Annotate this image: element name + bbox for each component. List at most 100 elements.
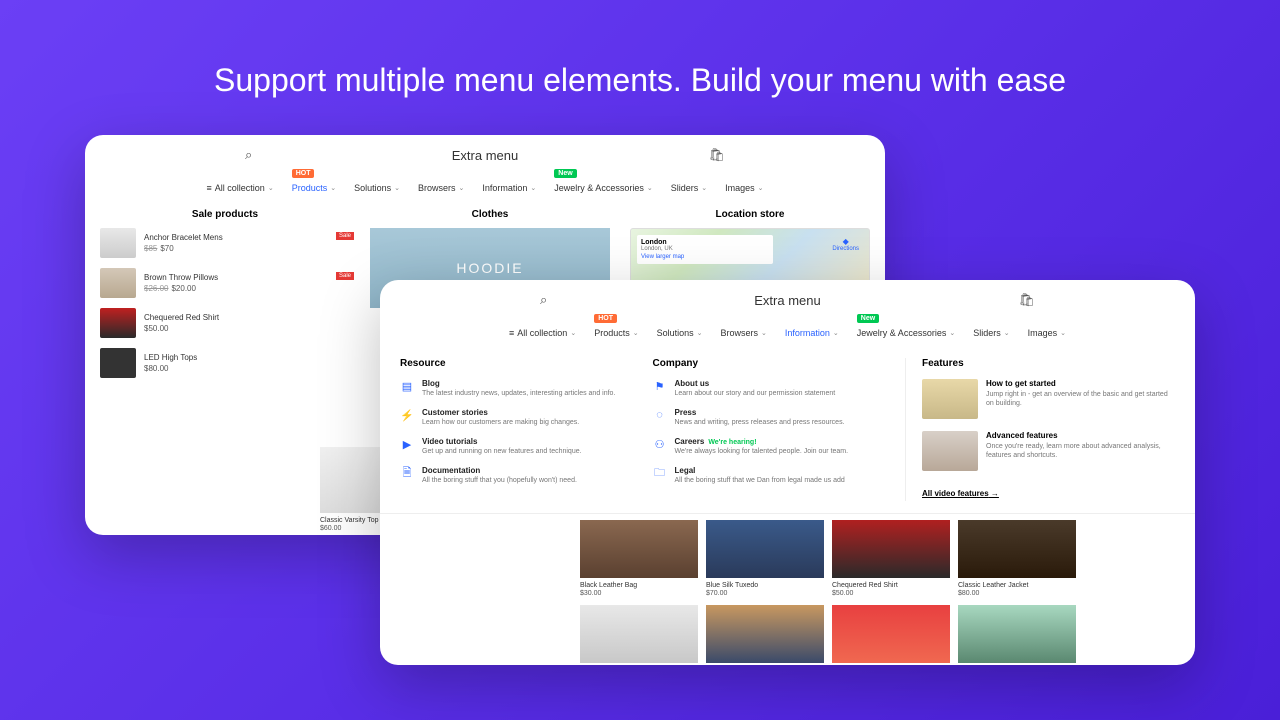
sale-item[interactable]: Brown Throw Pillows$26.00$20.00 Sale <box>100 268 350 298</box>
search-icon[interactable]: ⌕ <box>245 147 252 163</box>
play-icon: ▶ <box>400 437 414 451</box>
people-icon: ⚇ <box>653 437 667 451</box>
resource-stories[interactable]: ⚡Customer storiesLearn how our customers… <box>400 408 635 427</box>
feature-get-started[interactable]: How to get startedJump right in - get an… <box>922 379 1175 419</box>
product-card[interactable] <box>958 605 1076 663</box>
col-clothes-heading: Clothes <box>370 209 610 220</box>
cart-icon[interactable]: 🛍 <box>1018 292 1035 308</box>
chevron-down-icon: ⌄ <box>758 184 764 192</box>
product-card[interactable]: Blue Silk Tuxedo$70.00 <box>706 520 824 597</box>
chevron-down-icon: ⌄ <box>761 329 767 337</box>
brand-title: Extra menu <box>754 293 820 308</box>
hot-badge: HOT <box>594 314 617 323</box>
nav-all-collection[interactable]: ≡ All collection ⌄ <box>207 183 274 193</box>
product-card[interactable] <box>580 605 698 663</box>
nav-jewelry[interactable]: NewJewelry & Accessories ⌄ <box>857 328 955 338</box>
product-image <box>580 605 698 663</box>
lightning-icon: ⚡ <box>400 408 414 422</box>
sale-item[interactable]: Anchor Bracelet Mens$85$70 Sale <box>100 228 350 258</box>
map-larger-link[interactable]: View larger map <box>641 254 769 260</box>
chevron-down-icon: ⌄ <box>459 184 465 192</box>
product-image <box>832 520 950 578</box>
chevron-down-icon: ⌄ <box>1004 329 1010 337</box>
product-image <box>832 605 950 663</box>
chevron-down-icon: ⌄ <box>949 329 955 337</box>
nav-browsers[interactable]: Browsers ⌄ <box>721 328 767 338</box>
features-heading: Features <box>922 358 1175 369</box>
nav-solutions[interactable]: Solutions ⌄ <box>657 328 703 338</box>
chevron-down-icon: ⌄ <box>697 329 703 337</box>
chevron-down-icon: ⌄ <box>268 184 274 192</box>
nav-information[interactable]: Information ⌄ <box>482 183 536 193</box>
nav-images[interactable]: Images ⌄ <box>1028 328 1066 338</box>
product-image <box>580 520 698 578</box>
flag-icon: ⚑ <box>653 379 667 393</box>
feature-advanced[interactable]: Advanced featuresOnce you're ready, lear… <box>922 431 1175 471</box>
chevron-down-icon: ⌄ <box>701 184 707 192</box>
product-card[interactable]: Black Leather Bag$30.00 <box>580 520 698 597</box>
product-thumb <box>100 268 136 298</box>
all-video-link[interactable]: All video features <box>922 489 999 498</box>
company-legal[interactable]: 🗀LegalAll the boring stuff that we Dan f… <box>653 466 888 485</box>
nav-products[interactable]: HOTProducts ⌄ <box>292 183 336 193</box>
sale-tag: Sale <box>336 272 354 280</box>
nav-products[interactable]: HOTProducts ⌄ <box>594 328 638 338</box>
sale-item[interactable]: LED High Tops$80.00 <box>100 348 350 378</box>
feature-thumb <box>922 379 978 419</box>
product-image <box>706 605 824 663</box>
product-image <box>958 605 1076 663</box>
company-careers[interactable]: ⚇CareersWe're hearing!We're always looki… <box>653 437 888 456</box>
chevron-down-icon: ⌄ <box>633 329 639 337</box>
chevron-down-icon: ⌄ <box>833 329 839 337</box>
nav-browsers[interactable]: Browsers ⌄ <box>418 183 464 193</box>
nav-solutions[interactable]: Solutions ⌄ <box>354 183 400 193</box>
new-badge: New <box>554 169 576 178</box>
product-thumb <box>100 308 136 338</box>
map-subtitle: London, UK <box>641 246 769 252</box>
product-card[interactable]: Chequered Red Shirt$50.00 <box>832 520 950 597</box>
col-sale-heading: Sale products <box>100 209 350 220</box>
resource-video[interactable]: ▶Video tutorialsGet up and running on ne… <box>400 437 635 456</box>
company-about[interactable]: ⚑About usLearn about our story and our p… <box>653 379 888 398</box>
sale-item[interactable]: Chequered Red Shirt$50.00 <box>100 308 350 338</box>
directions-button[interactable]: Directions <box>832 237 859 252</box>
col-location-heading: Location store <box>630 209 870 220</box>
nav-all-collection[interactable]: ≡ All collection ⌄ <box>509 328 576 338</box>
product-card[interactable] <box>832 605 950 663</box>
file-icon: 🗎 <box>400 466 414 480</box>
sale-tag: Sale <box>336 232 354 240</box>
hiring-badge: We're hearing! <box>708 439 756 446</box>
chat-icon: ◌ <box>653 408 667 422</box>
product-card[interactable]: Classic Leather Jacket$80.00 <box>958 520 1076 597</box>
page-headline: Support multiple menu elements. Build yo… <box>0 62 1280 99</box>
nav-sliders[interactable]: Sliders ⌄ <box>973 328 1009 338</box>
company-press[interactable]: ◌PressNews and writing, press releases a… <box>653 408 888 427</box>
search-icon[interactable]: ⌕ <box>540 292 547 308</box>
company-heading: Company <box>653 358 888 369</box>
product-card[interactable] <box>706 605 824 663</box>
folder-icon: 🗀 <box>653 466 667 480</box>
nav-images[interactable]: Images ⌄ <box>725 183 763 193</box>
product-image <box>958 520 1076 578</box>
new-badge: New <box>857 314 879 323</box>
chevron-down-icon: ⌄ <box>570 329 576 337</box>
nav-sliders[interactable]: Sliders ⌄ <box>671 183 707 193</box>
chevron-down-icon: ⌄ <box>330 184 336 192</box>
product-thumb <box>100 228 136 258</box>
brand-title: Extra menu <box>452 148 518 163</box>
resource-docs[interactable]: 🗎DocumentationAll the boring stuff that … <box>400 466 635 485</box>
mega-menu-information: Resource ▤BlogThe latest industry news, … <box>380 346 1195 514</box>
chevron-down-icon: ⌄ <box>394 184 400 192</box>
resource-blog[interactable]: ▤BlogThe latest industry news, updates, … <box>400 379 635 398</box>
product-image <box>706 520 824 578</box>
map-title: London <box>641 239 769 246</box>
chevron-down-icon: ⌄ <box>647 184 653 192</box>
hot-badge: HOT <box>292 169 315 178</box>
feature-thumb <box>922 431 978 471</box>
nav-information[interactable]: Information ⌄ <box>785 328 839 338</box>
document-icon: ▤ <box>400 379 414 393</box>
chevron-down-icon: ⌄ <box>530 184 536 192</box>
cart-icon[interactable]: 🛍 <box>708 147 725 163</box>
chevron-down-icon: ⌄ <box>1060 329 1066 337</box>
nav-jewelry[interactable]: NewJewelry & Accessories ⌄ <box>554 183 652 193</box>
